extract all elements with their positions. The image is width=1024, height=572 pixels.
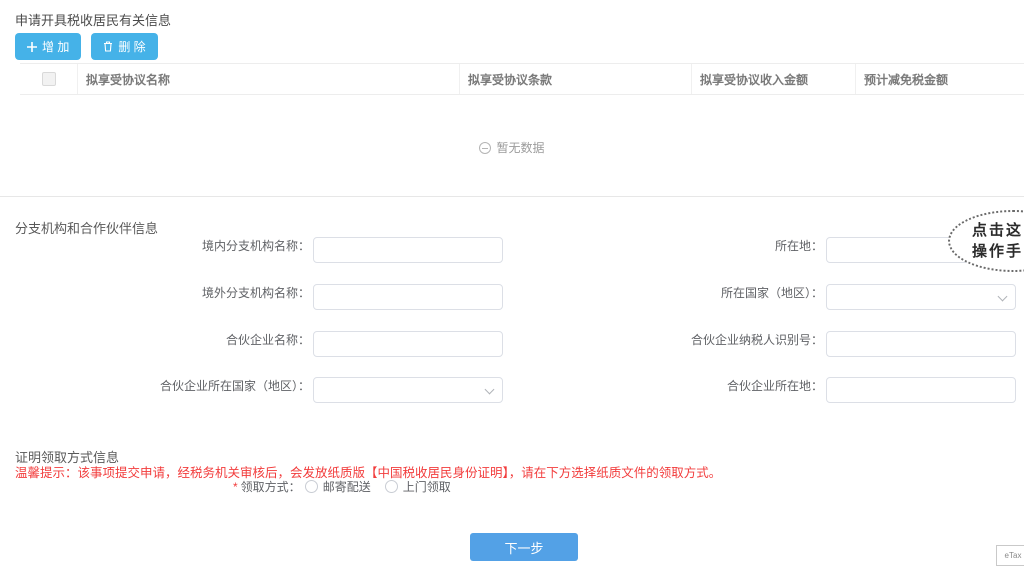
pickup-method-label: 领取方式： xyxy=(241,478,301,495)
agreements-table: 拟享受协议名称 拟享受协议条款 拟享受协议收入金额 预计减免税金额 xyxy=(20,63,1024,95)
partnership-name-label-wrap: 合伙企业名称： xyxy=(226,331,310,348)
column-header-agreement-clause: 拟享受协议条款 xyxy=(460,64,692,94)
select-all-checkbox[interactable] xyxy=(42,72,56,86)
partnership-country-select[interactable] xyxy=(313,377,503,403)
overseas-branch-label-wrap: 境外分支机构名称： xyxy=(202,284,310,301)
partnership-taxid-label-wrap: 合伙企业纳税人识别号： xyxy=(691,331,823,348)
column-header-tax-reduction: 预计减免税金额 xyxy=(856,64,1024,94)
pickup-method-row: * 领取方式： 邮寄配送 上门领取 xyxy=(233,478,451,495)
empty-state: 暂无数据 xyxy=(0,139,1024,156)
partnership-taxid-label: 合伙企业纳税人识别号： xyxy=(691,331,823,348)
column-header-agreement-name: 拟享受协议名称 xyxy=(78,64,460,94)
partnership-location-label: 合伙企业所在地： xyxy=(727,377,823,394)
toolbar: 增 加 删 除 xyxy=(15,33,158,60)
radio-onsite-pickup-label[interactable]: 上门领取 xyxy=(403,478,451,495)
partnership-country-label-wrap: 合伙企业所在国家（地区）： xyxy=(160,377,310,394)
domestic-branch-label-wrap: 境内分支机构名称： xyxy=(202,237,310,254)
section-divider xyxy=(0,196,1024,197)
column-header-income-amount: 拟享受协议收入金额 xyxy=(692,64,856,94)
trash-icon xyxy=(103,41,113,52)
plus-icon xyxy=(27,42,37,52)
country-region-select[interactable] xyxy=(826,284,1016,310)
partnership-name-label: 合伙企业名称： xyxy=(226,331,310,348)
page-title: 申请开具税收居民有关信息 xyxy=(15,10,171,29)
country-region-label-wrap: 所在国家（地区）： xyxy=(721,284,823,301)
radio-mail-delivery-label[interactable]: 邮寄配送 xyxy=(323,478,371,495)
tax-resident-application-page: 申请开具税收居民有关信息 增 加 删 除 拟享受协议名称 拟享受协议条款 拟享受… xyxy=(0,0,1024,572)
add-button[interactable]: 增 加 xyxy=(15,33,81,60)
partnership-taxid-input[interactable] xyxy=(826,331,1016,357)
next-step-button[interactable]: 下一步 xyxy=(470,533,578,561)
partnership-location-input[interactable] xyxy=(826,377,1016,403)
radio-onsite-pickup[interactable] xyxy=(385,480,398,493)
overseas-branch-label: 境外分支机构名称： xyxy=(202,284,310,301)
chevron-down-icon xyxy=(999,293,1007,301)
delete-button-label: 删 除 xyxy=(118,38,145,55)
partnership-name-input[interactable] xyxy=(313,331,503,357)
partnership-country-label: 合伙企业所在国家（地区）： xyxy=(160,377,310,394)
empty-state-text: 暂无数据 xyxy=(496,141,544,155)
delete-button[interactable]: 删 除 xyxy=(91,33,157,60)
chevron-down-icon xyxy=(486,386,494,394)
table-header-row: 拟享受协议名称 拟享受协议条款 拟享受协议收入金额 预计减免税金额 xyxy=(20,63,1024,95)
domestic-branch-label: 境内分支机构名称： xyxy=(202,237,310,254)
empty-data-icon xyxy=(479,142,491,154)
radio-mail-delivery[interactable] xyxy=(305,480,318,493)
etax-watermark: eTax xyxy=(996,545,1024,566)
location-label-wrap: 所在地： xyxy=(775,237,823,254)
location-label: 所在地： xyxy=(775,237,823,254)
overseas-branch-input[interactable] xyxy=(313,284,503,310)
branch-section-title: 分支机构和合作伙伴信息 xyxy=(15,218,158,237)
add-button-label: 增 加 xyxy=(42,38,69,55)
callout-line1: 点击这 xyxy=(972,221,1024,241)
select-all-cell xyxy=(20,64,78,94)
domestic-branch-input[interactable] xyxy=(313,237,503,263)
required-asterisk: * xyxy=(233,480,238,494)
country-region-label: 所在国家（地区）： xyxy=(721,284,823,301)
callout-line2: 操作手 xyxy=(972,242,1024,262)
partnership-location-label-wrap: 合伙企业所在地： xyxy=(727,377,823,394)
